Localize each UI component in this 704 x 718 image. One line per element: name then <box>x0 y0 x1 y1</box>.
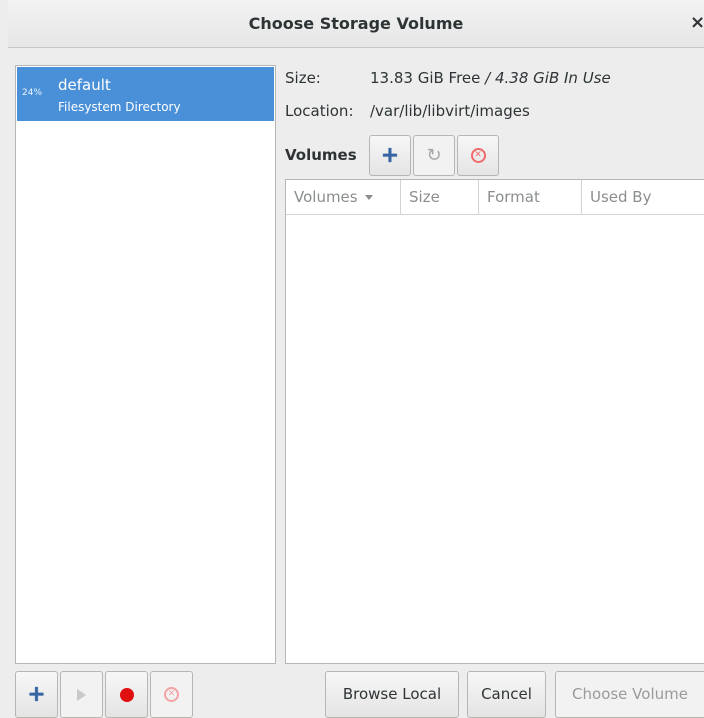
column-header-format[interactable]: Format <box>479 180 582 214</box>
plus-icon: + <box>380 142 400 168</box>
refresh-icon: ↻ <box>426 144 442 166</box>
delete-volume-button[interactable]: ✕ <box>457 135 499 176</box>
dialog-title: Choose Storage Volume <box>248 14 464 33</box>
pool-type: Filesystem Directory <box>58 100 181 114</box>
browse-local-button[interactable]: Browse Local <box>325 671 459 718</box>
storage-pool-list[interactable]: 24% default Filesystem Directory <box>15 65 276 664</box>
add-pool-button[interactable]: + <box>15 671 58 718</box>
pool-usage-percent: 24% <box>22 88 43 98</box>
stop-pool-button[interactable] <box>105 671 148 718</box>
size-separator: / <box>480 69 495 87</box>
cancel-button[interactable]: Cancel <box>467 671 546 718</box>
column-header-volumes[interactable]: Volumes <box>286 180 401 214</box>
column-label: Format <box>487 188 540 206</box>
location-label: Location: <box>285 102 354 120</box>
size-value: 13.83 GiB Free / 4.38 GiB In Use <box>370 69 611 87</box>
dialog-titlebar: Choose Storage Volume × <box>8 0 704 48</box>
column-label: Used By <box>590 188 652 206</box>
pool-item-default[interactable]: 24% default Filesystem Directory <box>17 67 274 121</box>
play-icon <box>77 688 86 701</box>
location-value: /var/lib/libvirt/images <box>370 102 530 120</box>
volumes-table[interactable]: Volumes Size Format Used By <box>285 179 704 664</box>
add-volume-button[interactable]: + <box>369 135 411 176</box>
close-icon[interactable]: × <box>690 12 704 32</box>
delete-pool-button[interactable]: ✕ <box>150 671 193 718</box>
delete-icon: ✕ <box>470 148 486 163</box>
start-pool-button[interactable] <box>60 671 103 718</box>
column-header-size[interactable]: Size <box>401 180 479 214</box>
refresh-volumes-button[interactable]: ↻ <box>413 135 455 176</box>
column-label: Volumes <box>294 188 358 206</box>
sort-arrow-icon <box>364 195 373 200</box>
record-icon <box>119 687 134 702</box>
plus-icon: + <box>27 681 46 707</box>
pool-name: default <box>58 76 111 94</box>
column-label: Size <box>409 188 440 206</box>
delete-icon: ✕ <box>164 687 179 702</box>
volumes-heading: Volumes <box>285 146 357 164</box>
choose-volume-button[interactable]: Choose Volume <box>555 671 704 718</box>
size-label: Size: <box>285 69 321 87</box>
size-in-use: 4.38 GiB In Use <box>494 69 611 87</box>
size-free: 13.83 GiB Free <box>370 69 481 87</box>
column-header-used-by[interactable]: Used By <box>582 180 704 214</box>
volumes-table-header: Volumes Size Format Used By <box>286 180 704 215</box>
